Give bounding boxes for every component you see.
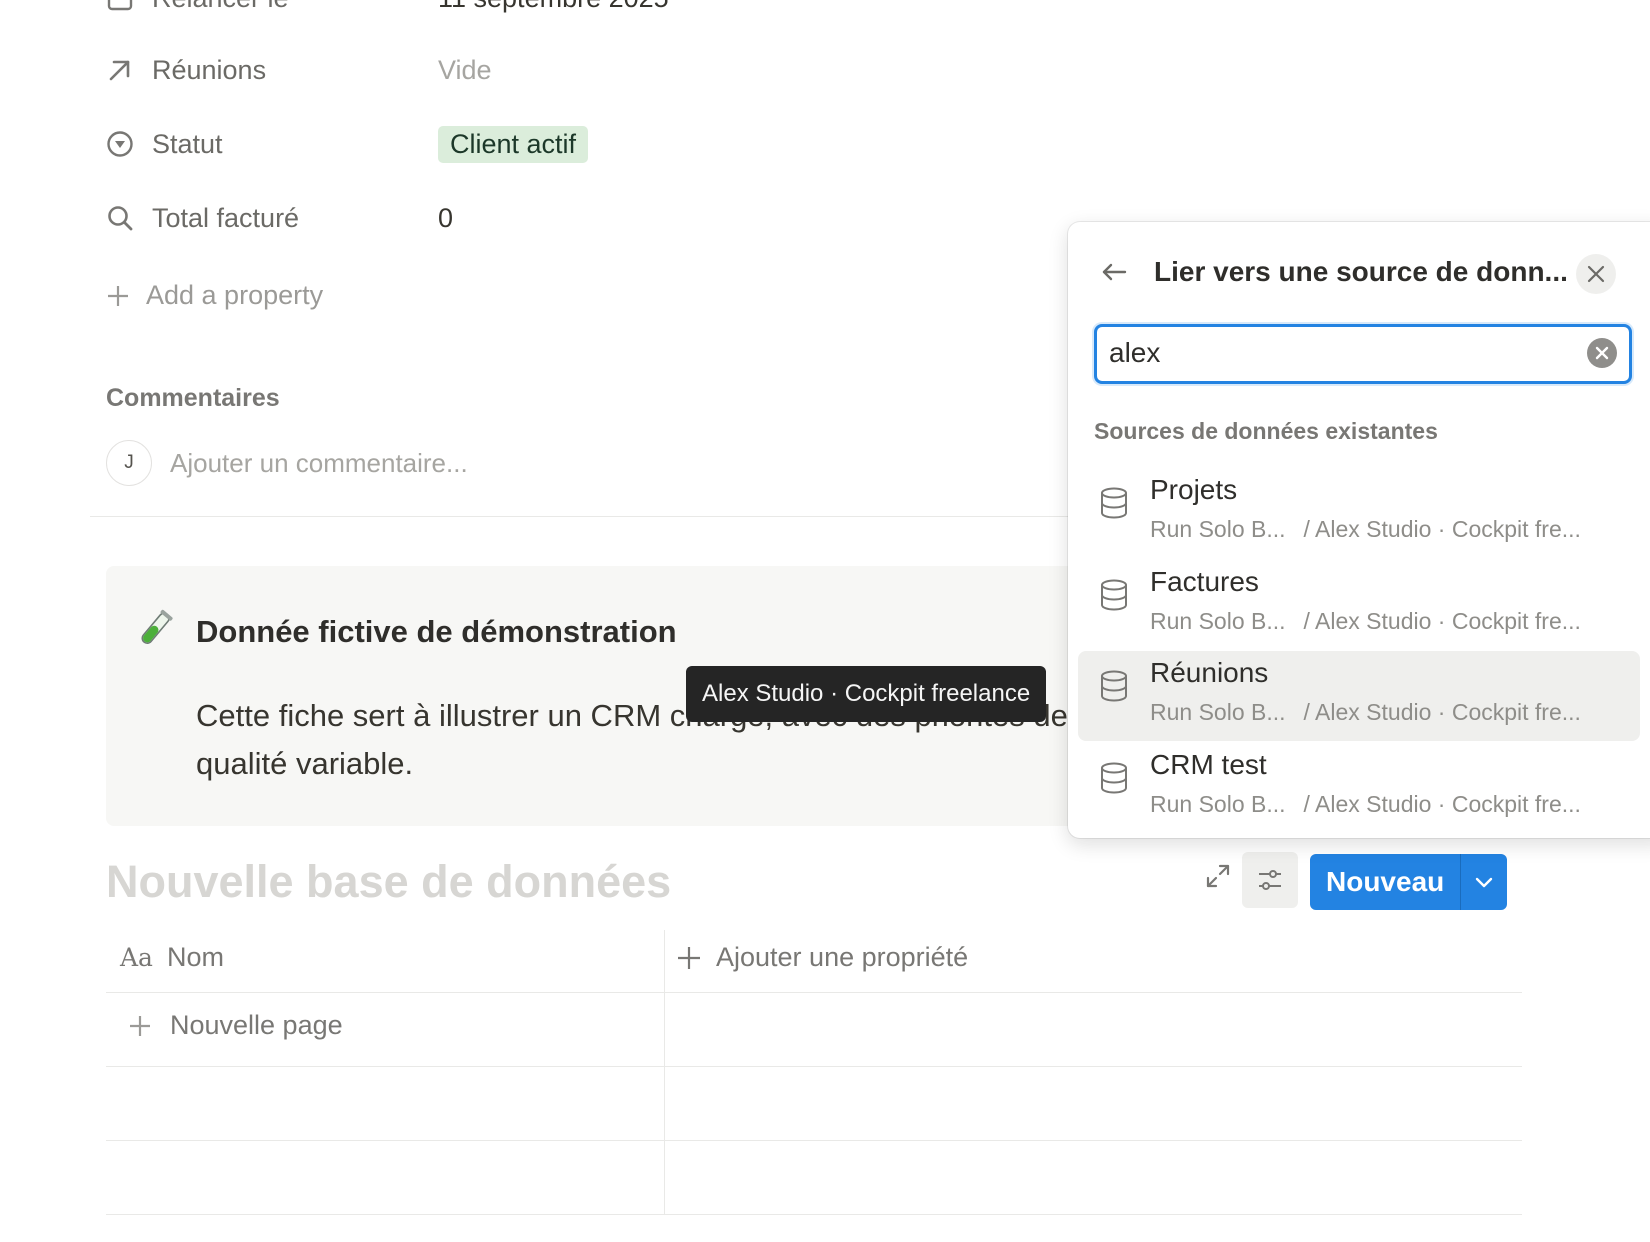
status-icon [106, 130, 134, 158]
relation-arrow-icon [106, 56, 134, 84]
data-source-name: Factures [1150, 566, 1259, 597]
filter-settings-icon[interactable] [1242, 852, 1298, 908]
rollup-search-icon [106, 204, 134, 232]
column-header-label: Nom [166, 942, 224, 972]
column-separator [664, 930, 665, 992]
clear-search-icon[interactable] [1587, 338, 1617, 368]
test-tube-icon [134, 608, 176, 655]
search-input-value[interactable]: alex [1109, 337, 1160, 369]
table-row[interactable] [106, 1140, 1522, 1215]
property-label: Réunions [152, 54, 267, 85]
data-source-item[interactable]: Réunions Run Solo B... / Alex Studio · Co… [1078, 651, 1640, 741]
database-icon [1098, 669, 1130, 708]
data-source-name: Réunions [1150, 657, 1269, 688]
add-column-button[interactable]: Ajouter une propriété [676, 942, 968, 973]
new-page-button[interactable]: Nouvelle page [128, 1010, 343, 1041]
database-icon [1098, 578, 1130, 617]
back-arrow-icon[interactable] [1096, 254, 1132, 290]
property-value[interactable]: 0 [438, 203, 453, 234]
property-row-reunions[interactable]: Réunions Vide [106, 50, 1006, 90]
new-button[interactable]: Nouveau [1310, 854, 1508, 910]
popover-title: Lier vers une source de donn... [1154, 256, 1568, 287]
data-source-name: Projets [1150, 474, 1238, 505]
comments-heading: Commentaires [106, 384, 280, 412]
data-source-path: Run Solo B... / Alex Studio · Cockpit fre… [1150, 699, 1581, 725]
status-badge[interactable]: Client actif [438, 125, 589, 163]
column-separator [664, 1066, 665, 1140]
data-source-path: Run Solo B... / Alex Studio · Cockpit fre… [1150, 516, 1581, 542]
avatar: J [106, 440, 152, 486]
calendar-icon [106, 0, 134, 12]
text-type-icon: Aa [120, 943, 153, 972]
tooltip: Alex Studio · Cockpit freelance [686, 666, 1047, 722]
data-source-path: Run Solo B... / Alex Studio · Cockpit fre… [1150, 791, 1581, 817]
data-source-item[interactable]: Projets Run Solo B... / Alex Studio · Coc… [1078, 468, 1640, 558]
property-row-total-facture[interactable]: Total facturé 0 [106, 198, 1006, 238]
chevron-down-icon[interactable] [1461, 854, 1507, 910]
data-source-item[interactable]: CRM test Run Solo B... / Alex Studio · Co… [1078, 743, 1640, 833]
property-value[interactable]: 11 septembre 2025 [438, 0, 669, 14]
column-separator [664, 1140, 665, 1214]
comment-input-row[interactable]: J Ajouter un commentaire... [106, 440, 468, 486]
plus-icon [128, 1014, 152, 1038]
table-row[interactable]: Nouvelle page [106, 992, 1522, 1067]
search-input[interactable]: alex [1094, 324, 1632, 384]
close-icon[interactable] [1576, 254, 1616, 294]
property-row-statut[interactable]: Statut Client actif [106, 124, 1006, 164]
plus-icon [676, 945, 702, 971]
new-page-label: Nouvelle page [170, 1010, 343, 1040]
callout-title: Donnée fictive de démonstration [196, 614, 677, 649]
comment-input[interactable]: Ajouter un commentaire... [170, 448, 468, 479]
add-property-button[interactable]: Add a property [106, 280, 323, 311]
data-source-name: CRM test [1150, 749, 1267, 780]
add-column-label: Ajouter une propriété [716, 942, 969, 972]
data-source-item[interactable]: Factures Run Solo B... / Alex Studio · Co… [1078, 560, 1640, 650]
property-label: Statut [152, 128, 223, 159]
section-heading: Sources de données existantes [1094, 418, 1438, 444]
property-label: Relancer le [152, 0, 438, 14]
property-label: Total facturé [152, 202, 300, 233]
plus-icon [106, 284, 130, 308]
database-icon [1098, 761, 1130, 800]
data-source-path: Run Solo B... / Alex Studio · Cockpit fre… [1150, 608, 1581, 634]
column-header-name[interactable]: Aa Nom [120, 942, 224, 973]
property-value[interactable]: Vide [438, 55, 492, 86]
expand-icon[interactable] [1196, 854, 1240, 898]
table-header: Aa Nom Ajouter une propriété [106, 930, 1522, 993]
database-icon [1098, 486, 1130, 525]
column-separator [664, 992, 665, 1066]
add-property-label: Add a property [146, 280, 324, 310]
new-button-label[interactable]: Nouveau [1310, 854, 1462, 910]
database-title[interactable]: Nouvelle base de données [106, 856, 671, 908]
property-row-relancer[interactable]: Relancer le 11 septembre 2025 [106, 0, 1006, 18]
table-row[interactable] [106, 1066, 1522, 1141]
